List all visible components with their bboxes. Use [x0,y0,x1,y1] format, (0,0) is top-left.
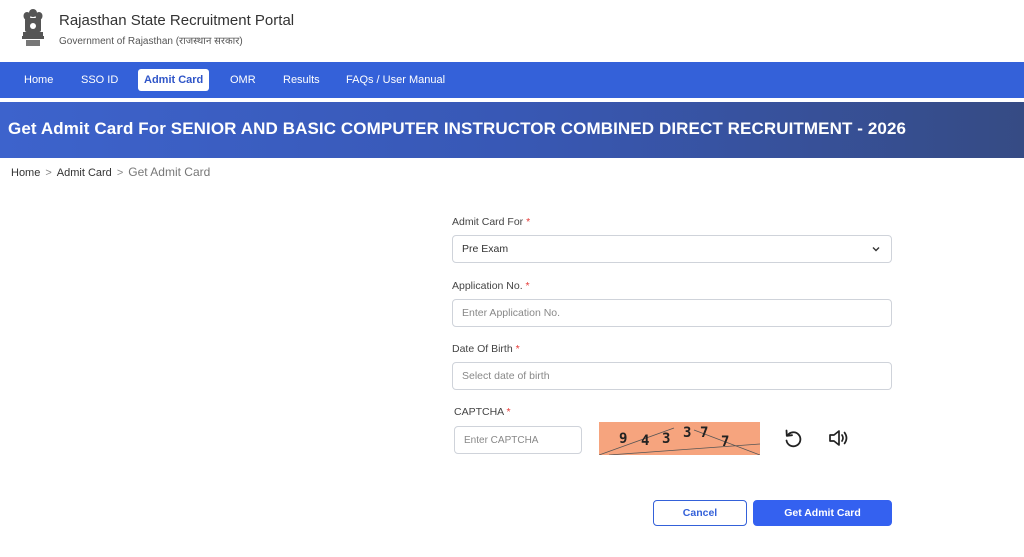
state-emblem-icon [22,9,44,46]
page-banner: Get Admit Card For SENIOR AND BASIC COMP… [0,102,1024,158]
breadcrumb: Home > Admit Card > Get Admit Card [11,165,210,179]
captcha-digit: 7 [721,434,730,450]
application-no-input[interactable] [452,299,892,327]
application-no-label: Application No. * [452,280,530,292]
nav-home[interactable]: Home [18,69,59,91]
nav-admit-card[interactable]: Admit Card [138,69,210,91]
nav-omr[interactable]: OMR [224,69,262,91]
captcha-image: 9 4 3 3 7 7 [599,422,760,455]
captcha-input[interactable] [454,426,582,454]
breadcrumb-home[interactable]: Home [11,167,40,179]
nav-sso-id[interactable]: SSO ID [75,69,124,91]
audio-captcha-icon[interactable] [827,426,851,450]
breadcrumb-separator: > [116,167,124,179]
nav-faqs[interactable]: FAQs / User Manual [340,69,451,91]
page-title: Get Admit Card For SENIOR AND BASIC COMP… [8,119,907,138]
captcha-digit: 7 [700,425,709,441]
captcha-digit: 3 [683,425,692,441]
admit-card-for-value: Pre Exam [462,243,509,255]
portal-subtitle: Government of Rajasthan (राजस्थान सरकार) [59,36,243,47]
admit-card-for-select[interactable]: Pre Exam [452,235,892,263]
breadcrumb-current: Get Admit Card [128,165,211,179]
dob-input[interactable] [452,362,892,390]
chevron-down-icon [872,247,880,252]
captcha-label: CAPTCHA * [454,406,511,418]
portal-title: Rajasthan State Recruitment Portal [59,12,295,29]
get-admit-card-button[interactable]: Get Admit Card [753,500,892,526]
refresh-icon[interactable] [781,426,805,450]
captcha-digit: 3 [662,431,671,447]
captcha-digit: 4 [641,433,650,449]
breadcrumb-separator: > [45,167,52,179]
site-header: Rajasthan State Recruitment Portal Gover… [0,0,1024,62]
nav-results[interactable]: Results [277,69,326,91]
main-nav: Home SSO ID Admit Card OMR Results FAQs … [0,62,1024,98]
breadcrumb-admit-card[interactable]: Admit Card [57,167,112,179]
dob-label: Date Of Birth * [452,343,520,355]
captcha-digit: 9 [619,431,628,447]
cancel-button[interactable]: Cancel [653,500,747,526]
admit-card-for-label: Admit Card For * [452,216,531,228]
